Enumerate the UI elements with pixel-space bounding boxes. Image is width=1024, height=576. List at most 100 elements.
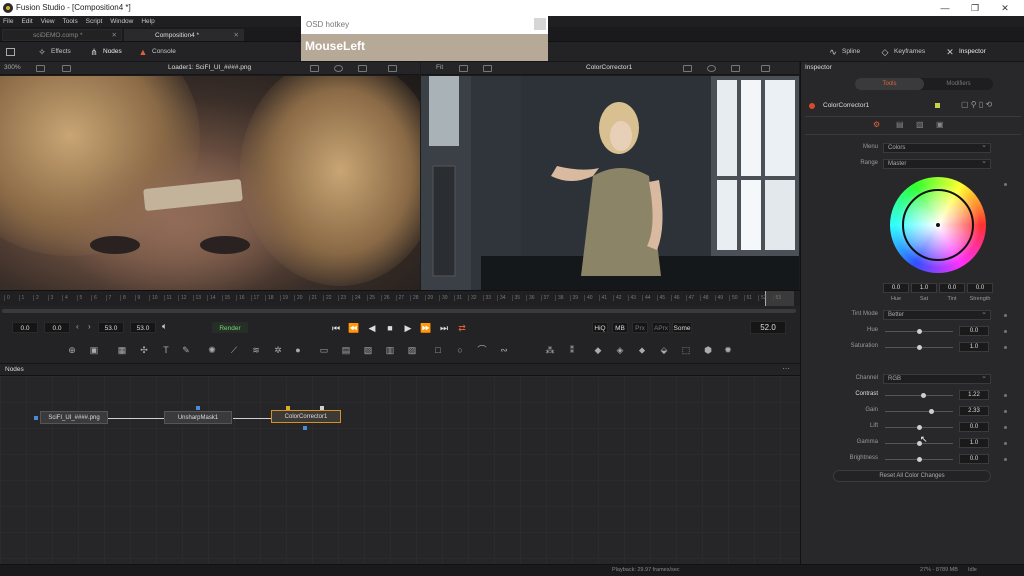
rewind-icon[interactable]: ⏪	[348, 322, 360, 334]
viewer1-option-icon[interactable]	[388, 65, 397, 72]
render-button[interactable]: Render	[212, 322, 248, 333]
menu-file[interactable]: File	[0, 16, 16, 27]
keyframe-dot-icon[interactable]	[1004, 426, 1007, 429]
node-input-icon[interactable]	[196, 406, 200, 410]
tool-icon[interactable]: ⬢	[702, 344, 714, 356]
effects-button[interactable]: ✧ Effects	[37, 45, 71, 59]
polygon-mask-icon[interactable]: ⌒	[476, 344, 488, 356]
some-toggle[interactable]: Some	[672, 322, 692, 333]
contrast-slider[interactable]	[885, 395, 953, 396]
aprx-toggle[interactable]: APrx	[652, 322, 670, 333]
global-start-field[interactable]: 0.0	[12, 322, 38, 333]
viewer1-option-icon[interactable]	[36, 65, 45, 72]
loop-icon[interactable]: ⇄	[456, 322, 468, 334]
tool-icon[interactable]: ▥	[384, 344, 396, 356]
tool-icon[interactable]: ◈	[614, 344, 626, 356]
histogram-tab-icon[interactable]: ▧	[916, 120, 924, 129]
viewer2-option-icon[interactable]	[483, 65, 492, 72]
tool-color-icon[interactable]	[935, 103, 940, 108]
fast-forward-icon[interactable]: ⏩	[420, 322, 432, 334]
minimize-icon[interactable]: —	[930, 1, 960, 15]
contrast-value-field[interactable]: 1.22	[959, 390, 989, 400]
nodes-button[interactable]: ⋔ Nodes	[89, 45, 122, 59]
inspector-button[interactable]: ✕ Inspector	[945, 45, 986, 59]
tool-icon[interactable]: ✺	[206, 344, 218, 356]
spline-button[interactable]: ∿ Spline	[828, 45, 860, 59]
time-range-slider[interactable]	[2, 309, 796, 313]
menu-tools[interactable]: Tools	[60, 16, 81, 27]
node-input-icon[interactable]	[286, 406, 290, 410]
brightness-slider-knob[interactable]	[917, 457, 922, 462]
tool-icon[interactable]: ≋	[250, 344, 262, 356]
tint-mode-dropdown[interactable]: Better	[883, 309, 991, 320]
osd-close-button[interactable]	[534, 18, 546, 30]
tab-modifiers[interactable]: Modifiers	[924, 78, 993, 90]
viewer2-option-icon[interactable]	[731, 65, 740, 72]
step-forward-icon[interactable]: ›	[88, 322, 91, 331]
tool-icon[interactable]: ⬥	[636, 344, 648, 356]
go-to-end-icon[interactable]: ⏭	[438, 322, 450, 334]
channel-dropdown[interactable]: RGB	[883, 373, 991, 384]
viewer1-option-icon[interactable]	[310, 65, 319, 72]
step-back-icon[interactable]: ‹	[76, 322, 79, 331]
tool-enable-icon[interactable]	[809, 103, 815, 109]
keyframe-dot-icon[interactable]	[1004, 346, 1007, 349]
viewer2-option-icon[interactable]	[683, 65, 692, 72]
viewer1-image[interactable]	[0, 76, 420, 290]
settings-tab-icon[interactable]: ▣	[936, 120, 944, 129]
rectangle-mask-icon[interactable]: □	[432, 344, 444, 356]
panel-menu-icon[interactable]: ···	[782, 364, 790, 373]
close-tab-icon[interactable]: ✕	[112, 30, 117, 42]
menu-view[interactable]: View	[38, 16, 58, 27]
tool-icon[interactable]: ⁑	[566, 344, 578, 356]
tab-tools[interactable]: Tools	[855, 78, 924, 90]
menu-window[interactable]: Window	[107, 16, 136, 27]
render-end-field[interactable]: 53.0	[98, 322, 124, 333]
text-tool-icon[interactable]: T	[160, 344, 172, 356]
tab-composition4[interactable]: Composition4 * ✕	[124, 29, 244, 41]
keyframes-button[interactable]: ◇ Keyframes	[880, 45, 926, 59]
hiq-toggle[interactable]: HiQ	[592, 322, 608, 333]
color-wheel-handle[interactable]	[935, 222, 941, 228]
keyframe-dot-icon[interactable]	[1004, 394, 1007, 397]
tool-icon[interactable]: ✲	[272, 344, 284, 356]
tool-icon[interactable]: ⁂	[544, 344, 556, 356]
brightness-value-field[interactable]: 0.0	[959, 454, 989, 464]
close-icon[interactable]: ✕	[990, 1, 1020, 15]
tool-icon[interactable]: ✹	[722, 344, 734, 356]
play-reverse-icon[interactable]: ◀	[366, 322, 378, 334]
menu-edit[interactable]: Edit	[18, 16, 35, 27]
color-wheel[interactable]	[890, 177, 986, 273]
viewer2-image[interactable]	[421, 76, 799, 290]
hue-wheel-field[interactable]: 0.0	[883, 283, 909, 293]
maximize-icon[interactable]: ❐	[960, 1, 990, 15]
keyframe-dot-icon[interactable]	[1004, 183, 1007, 186]
layout-toggle-button[interactable]	[6, 45, 15, 59]
colors-tab-icon[interactable]: ⚙	[873, 120, 880, 129]
lift-slider-knob[interactable]	[917, 425, 922, 430]
tab-scidemo[interactable]: sciDEMO.comp * ✕	[2, 29, 122, 41]
gamma-value-field[interactable]: 1.0	[959, 438, 989, 448]
node-colorcorrector[interactable]: ColorCorrector1	[271, 410, 341, 423]
paint-tool-icon[interactable]: ✎	[180, 344, 192, 356]
gain-value-field[interactable]: 2.33	[959, 406, 989, 416]
menu-script[interactable]: Script	[83, 16, 106, 27]
node-graph[interactable]: SciFI_UI_####.png UnsharpMask1 ColorCorr…	[0, 376, 800, 564]
tool-icon[interactable]: ⊕	[66, 344, 78, 356]
keyframe-dot-icon[interactable]	[1004, 330, 1007, 333]
global-end-field[interactable]: 53.0	[130, 322, 156, 333]
gain-slider-knob[interactable]	[929, 409, 934, 414]
viewer1-zoom[interactable]: 300%	[4, 64, 21, 71]
console-button[interactable]: ▲ Console	[138, 45, 176, 59]
prx-toggle[interactable]: Prx	[632, 322, 648, 333]
reset-all-button[interactable]: Reset All Color Changes	[833, 470, 991, 482]
tool-icon[interactable]: ⟋	[228, 344, 240, 356]
contrast-slider-knob[interactable]	[921, 393, 926, 398]
tool-icon[interactable]: ▭	[318, 344, 330, 356]
close-tab-icon[interactable]: ✕	[234, 30, 239, 42]
tool-icon[interactable]: ▨	[406, 344, 418, 356]
saturation-slider-knob[interactable]	[917, 345, 922, 350]
timeline-ruler[interactable]: 0 1 2 3 4 5 6 7 8 9 10 11 12 13 14 15 16 17 18 19 20 21 22 23 24…	[0, 290, 800, 307]
tool-icon[interactable]: ▦	[116, 344, 128, 356]
levels-tab-icon[interactable]: ▤	[896, 120, 904, 129]
